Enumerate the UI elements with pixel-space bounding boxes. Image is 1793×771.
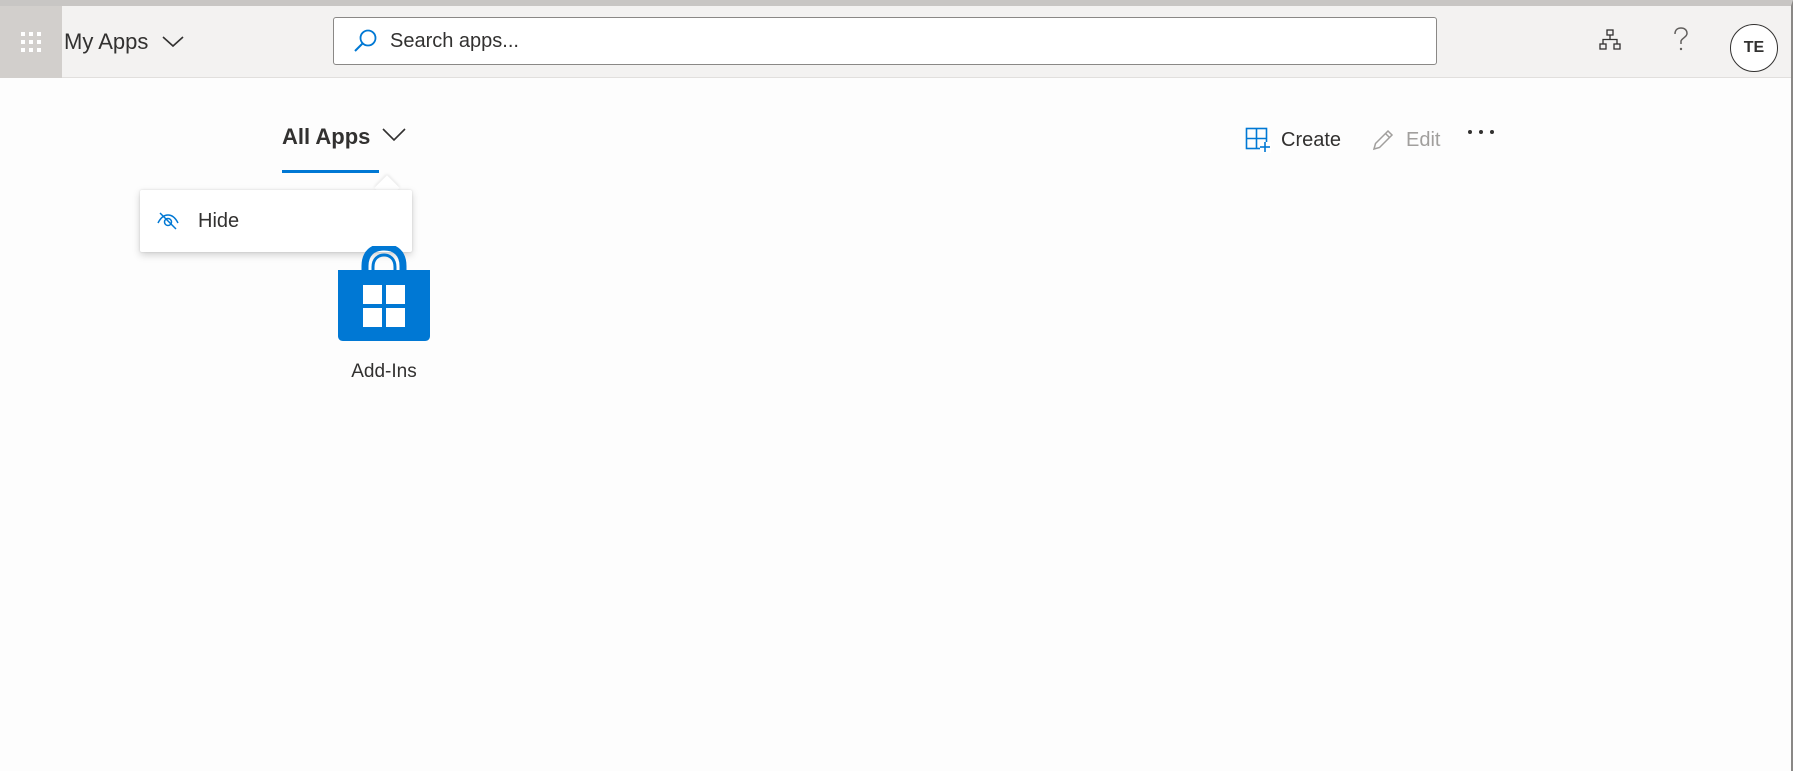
hide-menu-label: Hide bbox=[198, 209, 240, 232]
hide-icon bbox=[156, 211, 180, 231]
more-options-icon[interactable] bbox=[1468, 130, 1494, 134]
store-bag-icon bbox=[338, 243, 430, 347]
org-chart-button[interactable] bbox=[1592, 24, 1628, 60]
app-title-dropdown[interactable]: My Apps bbox=[64, 6, 184, 78]
edit-label: Edit bbox=[1406, 128, 1441, 151]
chevron-down-icon bbox=[162, 36, 184, 48]
app-tile-label: Add-Ins bbox=[351, 361, 417, 382]
app-launcher-button[interactable] bbox=[0, 6, 62, 78]
help-icon bbox=[1670, 26, 1692, 59]
app-title: My Apps bbox=[64, 29, 149, 54]
top-header-bar: My Apps Search apps... TE bbox=[0, 6, 1791, 78]
create-button[interactable]: Create bbox=[1245, 124, 1341, 156]
create-label: Create bbox=[1281, 128, 1342, 151]
org-chart-icon bbox=[1598, 28, 1622, 57]
edit-button[interactable]: Edit bbox=[1370, 124, 1440, 156]
search-icon bbox=[352, 28, 378, 54]
app-window: My Apps Search apps... TE All Apps Creat… bbox=[0, 0, 1793, 771]
edit-pencil-icon bbox=[1370, 127, 1396, 153]
search-input[interactable] bbox=[390, 29, 1390, 53]
hide-menu-item[interactable]: Hide bbox=[140, 190, 412, 252]
waffle-icon bbox=[21, 32, 41, 52]
avatar-initials: TE bbox=[1743, 39, 1765, 56]
all-apps-pivot[interactable]: All Apps bbox=[282, 124, 406, 176]
search-box[interactable] bbox=[333, 17, 1437, 65]
app-tile-add-ins[interactable]: Add-Ins bbox=[318, 243, 450, 386]
help-button[interactable] bbox=[1663, 24, 1699, 60]
pivot-label: All Apps bbox=[282, 124, 371, 149]
chevron-down-icon bbox=[382, 128, 406, 142]
pivot-selected-underline bbox=[282, 170, 379, 173]
create-grid-icon bbox=[1245, 127, 1271, 153]
context-menu: Hide bbox=[140, 190, 412, 252]
user-avatar[interactable]: TE bbox=[1730, 24, 1778, 72]
